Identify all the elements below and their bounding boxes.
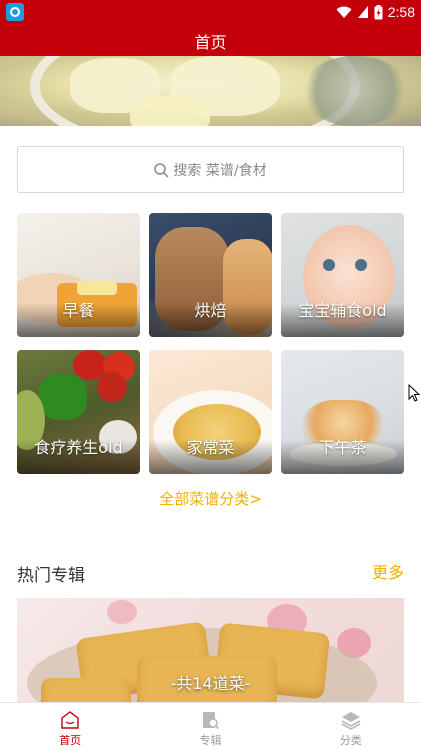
tab-label: 分类 xyxy=(339,734,362,747)
category-label: 烘焙 xyxy=(194,301,227,320)
bottom-tab-bar: 首页 专辑 分类 xyxy=(0,702,421,750)
more-link[interactable]: 更多 xyxy=(372,559,404,583)
search-placeholder: 搜索 菜谱/食材 xyxy=(173,163,267,179)
notification-app-icon xyxy=(6,3,24,21)
album-flower xyxy=(107,600,137,624)
status-time: 2:58 xyxy=(387,4,415,20)
banner-decor xyxy=(300,56,410,126)
search-input[interactable]: 搜索 菜谱/食材 xyxy=(17,146,404,193)
app-bar: 首页 xyxy=(0,24,421,56)
status-bar: 2:58 xyxy=(0,0,421,24)
battery-icon xyxy=(374,4,383,19)
banner-image[interactable] xyxy=(0,56,421,126)
category-label: 宝宝辅食old xyxy=(298,301,387,320)
tab-album[interactable]: 专辑 xyxy=(140,703,280,750)
tile-eye xyxy=(323,259,335,271)
album-icon xyxy=(203,712,220,730)
tab-category[interactable]: 分类 xyxy=(281,703,421,750)
search-icon xyxy=(154,162,169,178)
section-title-hot-albums: 热门专辑 xyxy=(17,566,85,586)
all-categories-link[interactable]: 全部菜谱分类> xyxy=(0,488,421,509)
status-indicators: 2:58 xyxy=(336,3,415,21)
category-label: 食疗养生old xyxy=(34,438,123,457)
home-icon xyxy=(61,711,79,729)
cell-signal-icon xyxy=(357,6,368,18)
tab-label: 专辑 xyxy=(199,734,222,747)
album-card[interactable]: -共14道菜- xyxy=(17,598,404,702)
album-caption: -共14道菜- xyxy=(170,674,251,693)
category-tile-health[interactable]: 食疗养生old xyxy=(17,350,140,474)
wifi-icon xyxy=(336,6,352,18)
tab-home[interactable]: 首页 xyxy=(0,703,140,750)
tile-pepper xyxy=(39,374,87,420)
banner-food-chunk xyxy=(130,96,210,126)
page-title: 首页 xyxy=(194,33,227,52)
category-label: 早餐 xyxy=(62,301,95,320)
tile-eye xyxy=(355,259,367,271)
category-icon xyxy=(341,712,361,730)
mouse-cursor-icon xyxy=(408,384,420,402)
tile-food xyxy=(77,281,117,295)
category-tile-home-cooking[interactable]: 家常菜 xyxy=(149,350,272,474)
tile-tomato xyxy=(97,372,127,402)
tab-label: 首页 xyxy=(59,734,82,747)
category-tile-baby-food[interactable]: 宝宝辅食old xyxy=(281,213,404,337)
category-tile-afternoon-tea[interactable]: 下午茶 xyxy=(281,350,404,474)
category-label: 家常菜 xyxy=(186,438,235,457)
category-tile-breakfast[interactable]: 早餐 xyxy=(17,213,140,337)
category-label: 下午茶 xyxy=(318,438,367,457)
category-tile-baking[interactable]: 烘焙 xyxy=(149,213,272,337)
